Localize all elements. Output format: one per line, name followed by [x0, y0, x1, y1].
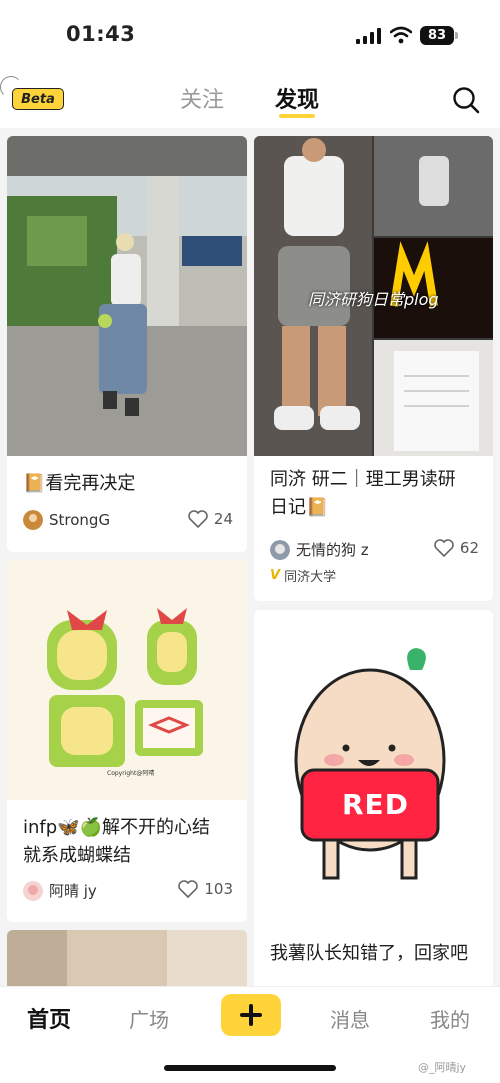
- feed-card[interactable]: RED 我薯队长知错了，回家吧: [254, 610, 493, 990]
- sticker-caption: Copyright@阿晴: [107, 770, 155, 777]
- like-button[interactable]: 62: [434, 539, 479, 557]
- post-title: infp🦋🍏解不开的心结 就系成蝴蝶结: [23, 817, 211, 866]
- heart-icon: [188, 510, 208, 528]
- top-navigation: Beta 关注 发现: [0, 70, 500, 128]
- like-count: 103: [204, 880, 233, 898]
- feed-card[interactable]: Copyright@阿晴 infp🦋🍏解不开的心结 就系成蝴蝶结 阿晴 jy 1…: [7, 560, 247, 922]
- create-post-button[interactable]: [221, 994, 281, 1036]
- feed-card[interactable]: 同济研狗日常plog 同济 研二｜理工男读研 日记📔 无情的狗 z 62 V 同…: [254, 136, 493, 601]
- home-indicator: [164, 1065, 336, 1071]
- active-tab-indicator: [279, 114, 315, 118]
- bottom-navigation: 首页 广场 消息 我的 @_阿晴jy: [0, 986, 500, 1083]
- post-author[interactable]: 无情的狗 z: [270, 539, 369, 560]
- like-count: 24: [213, 510, 233, 528]
- nav-messages[interactable]: 消息: [330, 1004, 370, 1033]
- post-cover-image: [7, 930, 247, 990]
- feed-card[interactable]: [7, 930, 247, 990]
- avatar: [270, 539, 290, 560]
- avatar: [23, 880, 43, 901]
- post-cover-image: [7, 136, 247, 456]
- post-cover-image: [7, 560, 247, 800]
- like-count: 62: [459, 539, 479, 557]
- tab-discover[interactable]: 发现: [275, 82, 319, 114]
- feed-card[interactable]: 📔看完再决定 StrongG 24: [7, 136, 247, 552]
- plus-icon: [240, 1004, 262, 1026]
- notebook-icon: 📔: [23, 473, 46, 494]
- nav-home[interactable]: 首页: [27, 1002, 71, 1034]
- mascot-shirt-text: RED: [342, 788, 409, 821]
- post-author[interactable]: StrongG: [23, 510, 110, 530]
- clock: 01:43: [66, 22, 136, 46]
- post-title: 我薯队长知错了，回家吧: [270, 943, 468, 964]
- wifi-icon: [390, 26, 412, 44]
- post-title: 同济 研二｜理工男读研 日记📔: [270, 469, 456, 518]
- school-tag[interactable]: V 同济大学: [270, 566, 336, 585]
- apple-icon: 🍏: [79, 817, 103, 838]
- search-icon[interactable]: [452, 86, 480, 114]
- verified-v-icon: V: [270, 568, 281, 583]
- watermark: @_阿晴jy: [418, 1061, 467, 1074]
- heart-icon: [178, 880, 199, 898]
- tab-following[interactable]: 关注: [180, 82, 224, 114]
- post-author[interactable]: 阿晴 jy: [23, 880, 97, 901]
- avatar: [23, 510, 43, 530]
- notebook-icon: 📔: [306, 497, 329, 518]
- nav-me[interactable]: 我的: [430, 1004, 470, 1033]
- heart-icon: [434, 539, 454, 557]
- like-button[interactable]: 24: [188, 510, 233, 528]
- beta-badge[interactable]: Beta: [12, 88, 64, 110]
- like-button[interactable]: 103: [178, 880, 233, 898]
- cellular-signal-icon: [356, 28, 381, 44]
- status-bar: 01:43 83: [0, 0, 500, 70]
- battery-indicator: 83: [420, 26, 458, 45]
- post-title: 📔看完再决定: [23, 473, 136, 494]
- nav-plaza[interactable]: 广场: [129, 1004, 169, 1033]
- overlay-caption: 同济研狗日常plog: [308, 290, 439, 309]
- butterfly-icon: 🦋: [57, 817, 80, 838]
- post-cover-image: [254, 610, 493, 930]
